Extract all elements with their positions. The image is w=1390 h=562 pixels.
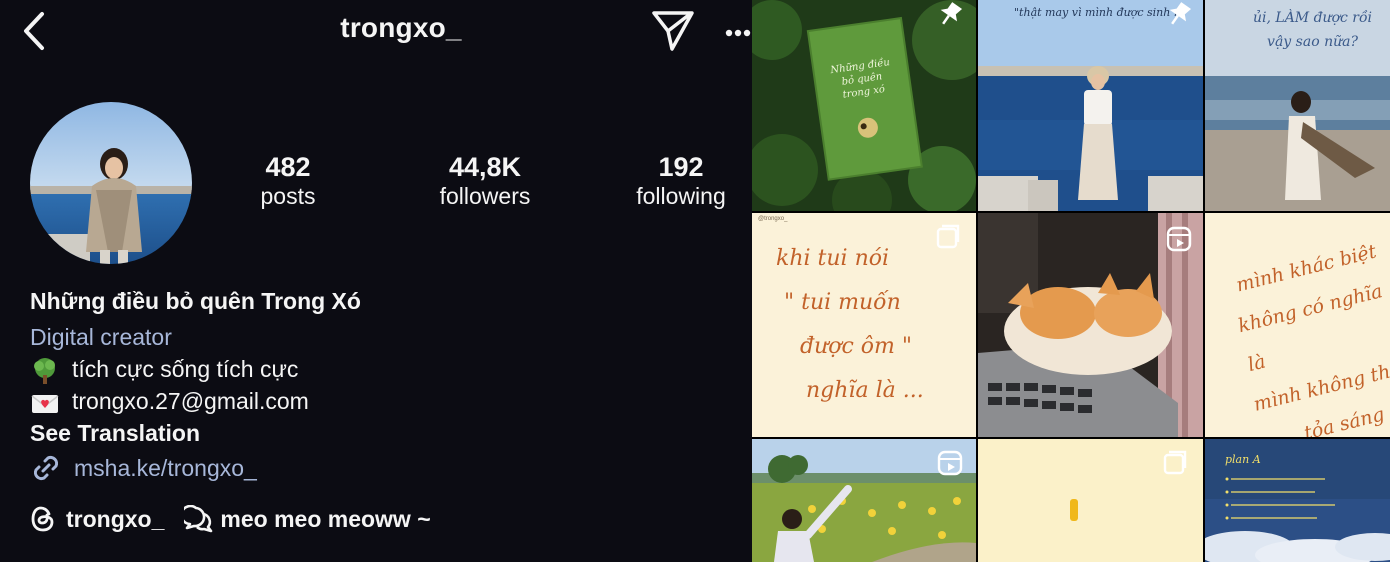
love-letter-emoji-icon [31,394,59,413]
carousel-icon [1163,450,1187,475]
threads-profile-link[interactable]: trongxo_ [30,505,164,533]
more-dots-icon [725,29,751,37]
tree-emoji-icon [34,357,55,384]
pin-icon [940,2,963,25]
chat-bubbles-icon [184,505,213,533]
post-tile[interactable]: "thật may vì mình được sinh ra [978,0,1203,211]
post-4-caption-line: nghĩa là ... [806,378,924,403]
link-icon [33,455,59,481]
profile-panel: trongxo_ 482 posts 44,8K followers 192 f… [0,0,752,562]
profile-display-name: Những điều bỏ quên Trong Xó [30,288,361,314]
post-tile[interactable] [978,439,1203,562]
post-9-title: plan A [1225,453,1261,466]
post-6-caption: mình khác biệt không có nghĩa là mình kh… [1227,213,1390,437]
post-3-caption: ủi, LÀM được rồi vậy sao nữa? [1253,6,1372,54]
threads-note[interactable]: meo meo meoww ~ [184,505,431,533]
post-4-caption-line: " tui muốn [784,290,901,315]
more-options-button[interactable] [724,26,752,38]
pin-icon [1169,2,1192,25]
post-tile[interactable]: plan A [1205,439,1390,562]
post-tile[interactable] [978,213,1203,437]
posts-label: posts [260,183,316,209]
see-translation-button[interactable]: See Translation [30,418,200,448]
profile-category[interactable]: Digital creator [30,322,172,352]
posts-grid: Những điều bỏ quên trong xó "thật may vì… [752,0,1390,562]
send-message-button[interactable] [650,9,696,53]
post-1-caption: Những điều bỏ quên trong xó [829,57,891,101]
paper-plane-icon [652,11,694,51]
threads-row: trongxo_ meo meo meoww ~ [30,505,431,533]
post-tile[interactable]: ủi, LÀM được rồi vậy sao nữa? [1205,0,1390,211]
bio-link[interactable]: msha.ke/trongxo_ [30,452,257,484]
following-count: 192 [658,152,704,182]
followers-count: 44,8K [448,152,522,182]
post-tile[interactable]: @trongxo_ khi tui nói " tui muốn được ôm… [752,213,976,437]
profile-email[interactable]: trongxo.27@gmail.com [72,388,309,414]
post-4-caption: khi tui nói " tui muốn được ôm " nghĩa l… [776,237,924,413]
post-4-watermark: @trongxo_ [758,216,788,222]
post-3-caption-line: ủi, LÀM được rồi [1253,10,1373,26]
post-3-caption-line: vậy sao nữa? [1267,34,1358,50]
bio-link-text: msha.ke/trongxo_ [74,454,257,481]
followers-label: followers [439,183,531,209]
threads-handle: trongxo_ [66,505,165,532]
post-4-caption-line: khi tui nói [776,246,890,271]
post-tile[interactable]: mình khác biệt không có nghĩa là mình kh… [1205,213,1390,437]
threads-note-text: meo meo meoww ~ [220,505,431,532]
followers-stat[interactable]: 44,8K followers [420,150,550,210]
posts-stat[interactable]: 482 posts [238,150,338,210]
bio-line-2: trongxo.27@gmail.com [30,386,309,417]
following-stat[interactable]: 192 following [622,150,740,210]
bio-line-1-text: tích cực sống tích cực [72,356,299,382]
threads-logo-icon [31,506,54,532]
reels-icon [937,450,963,476]
post-tile[interactable] [752,439,976,562]
post-4-caption-line: được ôm " [800,334,913,359]
bio-line-1: tích cực sống tích cực [30,354,298,385]
post-tile[interactable]: Những điều bỏ quên trong xó [752,0,976,211]
post-2-caption: "thật may vì mình được sinh ra [1014,6,1186,19]
posts-count: 482 [265,152,311,182]
profile-avatar[interactable] [30,102,192,264]
following-label: following [636,183,726,209]
carousel-icon [936,224,960,249]
post-8-mark [1070,499,1078,521]
reels-icon [1166,226,1192,252]
